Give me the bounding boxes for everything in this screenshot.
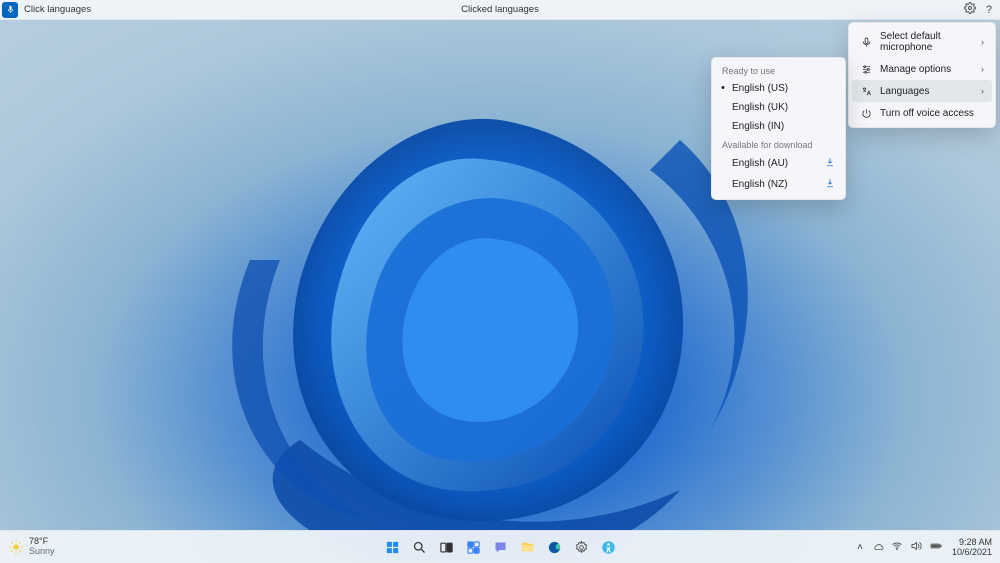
- date-text: 10/6/2021: [952, 547, 992, 557]
- menu-item-label: Turn off voice access: [880, 108, 974, 119]
- language-icon: [860, 85, 872, 97]
- menu-item-label: Select default microphone: [880, 31, 973, 53]
- chevron-right-icon: ›: [981, 86, 984, 96]
- microphone-icon: [860, 36, 872, 48]
- file-explorer-button[interactable]: [515, 535, 539, 559]
- help-icon[interactable]: ?: [986, 4, 992, 16]
- edge-button[interactable]: [542, 535, 566, 559]
- taskbar: 78°F Sunny: [0, 530, 1000, 563]
- onedrive-icon[interactable]: [872, 540, 884, 554]
- volume-icon[interactable]: [910, 540, 922, 554]
- menu-item-microphone[interactable]: Select default microphone ›: [852, 26, 992, 58]
- menu-item-label: Manage options: [880, 64, 951, 75]
- menu-item-languages[interactable]: Languages ›: [852, 80, 992, 102]
- lang-label: English (IN): [732, 121, 784, 132]
- lang-item-en-uk[interactable]: English (UK): [712, 98, 845, 117]
- weather-cond: Sunny: [29, 547, 55, 557]
- lang-item-en-us[interactable]: English (US): [712, 79, 845, 98]
- menu-item-turnoff[interactable]: Turn off voice access: [852, 102, 992, 124]
- chat-button[interactable]: [488, 535, 512, 559]
- lang-item-en-in[interactable]: English (IN): [712, 117, 845, 136]
- start-button[interactable]: [380, 535, 404, 559]
- lang-label: English (UK): [732, 102, 788, 113]
- settings-app-button[interactable]: [569, 535, 593, 559]
- weather-widget[interactable]: 78°F Sunny: [8, 537, 55, 557]
- menu-item-label: Languages: [880, 86, 930, 97]
- chevron-right-icon: ›: [981, 37, 984, 47]
- languages-submenu: Ready to use English (US) English (UK) E…: [711, 57, 846, 200]
- download-icon[interactable]: [825, 157, 835, 170]
- lang-label: English (US): [732, 83, 788, 94]
- search-button[interactable]: [407, 535, 431, 559]
- settings-gear-icon[interactable]: [964, 2, 976, 17]
- battery-icon[interactable]: [929, 540, 943, 554]
- menu-item-options[interactable]: Manage options ›: [852, 58, 992, 80]
- accessibility-button[interactable]: [596, 535, 620, 559]
- lang-download-header: Available for download: [712, 136, 845, 153]
- options-icon: [860, 63, 872, 75]
- time-text: 9:28 AM: [952, 537, 992, 547]
- voice-hint-text: Click languages: [24, 4, 91, 15]
- wifi-icon[interactable]: [891, 540, 903, 554]
- voice-access-bar: Click languages Clicked languages ?: [0, 0, 1000, 20]
- voice-status-text: Clicked languages: [461, 4, 539, 15]
- sun-icon: [8, 539, 24, 555]
- voice-settings-menu: Select default microphone › Manage optio…: [848, 22, 996, 128]
- power-icon: [860, 107, 872, 119]
- download-icon[interactable]: [825, 178, 835, 191]
- microphone-button[interactable]: [2, 2, 18, 18]
- tray-chevron-icon[interactable]: ˄: [857, 542, 863, 553]
- clock[interactable]: 9:28 AM 10/6/2021: [952, 537, 992, 558]
- taskbar-center-icons: [380, 535, 620, 559]
- chevron-right-icon: ›: [981, 64, 984, 74]
- task-view-button[interactable]: [434, 535, 458, 559]
- lang-item-en-au[interactable]: English (AU): [712, 153, 845, 174]
- lang-label: English (AU): [732, 158, 788, 169]
- lang-label: English (NZ): [732, 179, 788, 190]
- widgets-button[interactable]: [461, 535, 485, 559]
- lang-item-en-nz[interactable]: English (NZ): [712, 174, 845, 195]
- lang-ready-header: Ready to use: [712, 62, 845, 79]
